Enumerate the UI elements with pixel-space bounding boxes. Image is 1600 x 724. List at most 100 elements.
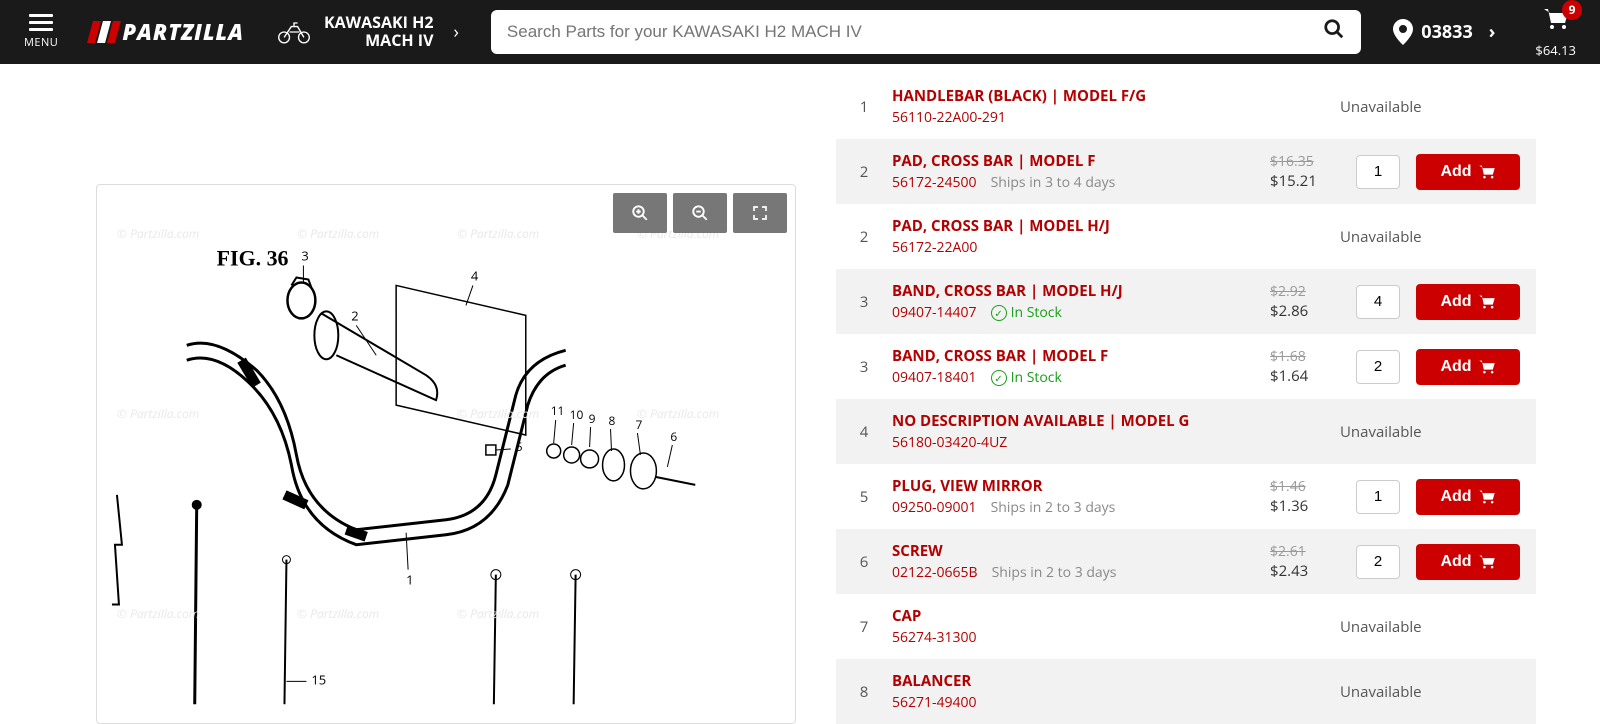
cart-total: $64.13 — [1535, 41, 1576, 59]
part-row: 7 CAP 56274-31300 Unavailable — [836, 594, 1536, 659]
search-input[interactable] — [507, 22, 1323, 42]
unavailable-text: Unavailable — [1340, 97, 1520, 117]
add-button[interactable]: Add — [1416, 479, 1520, 515]
stock-badge: In Stock — [991, 368, 1062, 387]
price: $16.35$15.21 — [1270, 152, 1340, 191]
price: $1.68$1.64 — [1270, 347, 1340, 386]
svg-text:11: 11 — [551, 402, 565, 419]
ref-number: 3 — [852, 292, 876, 312]
part-name-link[interactable]: PLUG, VIEW MIRROR — [892, 476, 1254, 496]
part-sku: 56274-31300 — [892, 628, 977, 647]
part-name-link[interactable]: BAND, CROSS BAR | MODEL F — [892, 346, 1254, 366]
part-info: SCREW 02122-0665B Ships in 2 to 3 days — [892, 541, 1254, 582]
part-info: NO DESCRIPTION AVAILABLE | MODEL G56180-… — [892, 411, 1324, 452]
svg-text:6: 6 — [670, 428, 677, 445]
part-name-link[interactable]: PAD, CROSS BAR | MODEL H/J — [892, 216, 1324, 236]
qty-input[interactable] — [1356, 155, 1400, 189]
fullscreen-button[interactable] — [733, 193, 787, 233]
stock-badge: In Stock — [991, 303, 1062, 322]
ref-number: 6 — [852, 552, 876, 572]
zoom-in-button[interactable] — [613, 193, 667, 233]
hamburger-icon — [29, 14, 53, 31]
ref-number: 2 — [852, 162, 876, 182]
part-name-link[interactable]: NO DESCRIPTION AVAILABLE | MODEL G — [892, 411, 1324, 431]
ship-text: Ships in 3 to 4 days — [991, 173, 1116, 192]
zoom-out-button[interactable] — [673, 193, 727, 233]
content: © Partzilla.com © Partzilla.com © Partzi… — [0, 64, 1600, 724]
part-name-link[interactable]: CAP — [892, 606, 1324, 626]
qty-input[interactable] — [1356, 545, 1400, 579]
svg-text:15: 15 — [311, 670, 326, 688]
unavailable-text: Unavailable — [1340, 227, 1520, 247]
location-selector[interactable]: 03833 › — [1385, 19, 1511, 45]
part-row: 3 BAND, CROSS BAR | MODEL H/J 09407-14407 I… — [836, 269, 1536, 334]
cart-button[interactable]: 9 $64.13 — [1523, 6, 1588, 59]
svg-text:10: 10 — [570, 406, 584, 423]
menu-button[interactable]: MENU — [12, 14, 70, 50]
header: MENU PARTZILLA KAWASAKI H2 MACH IV › 038… — [0, 0, 1600, 64]
part-row: 4 NO DESCRIPTION AVAILABLE | MODEL G56180… — [836, 399, 1536, 464]
svg-text:3: 3 — [301, 247, 308, 265]
chevron-right-icon: › — [1481, 20, 1504, 44]
part-info: BALANCER 56271-49400 — [892, 671, 1324, 712]
vehicle-name: KAWASAKI H2 MACH IV — [324, 14, 434, 49]
part-sku: 09407-14407 — [892, 303, 977, 322]
qty-input[interactable] — [1356, 285, 1400, 319]
cart-count-badge: 9 — [1562, 0, 1582, 20]
svg-text:1: 1 — [406, 571, 413, 589]
unavailable-text: Unavailable — [1340, 422, 1520, 442]
add-button[interactable]: Add — [1416, 154, 1520, 190]
part-info: BAND, CROSS BAR | MODEL H/J 09407-14407 In… — [892, 281, 1254, 322]
part-row: 5PLUG, VIEW MIRROR09250-09001Ships in 2 … — [836, 464, 1536, 529]
part-name-link[interactable]: BALANCER — [892, 671, 1324, 691]
unavailable-text: Unavailable — [1340, 682, 1520, 702]
ship-text: Ships in 2 to 3 days — [991, 498, 1116, 517]
part-info: PAD, CROSS BAR | MODEL H/J56172-22A00 — [892, 216, 1324, 257]
part-row: 2 PAD, CROSS BAR | MODEL H/J56172-22A00 Un… — [836, 204, 1536, 269]
part-name-link[interactable]: PAD, CROSS BAR | MODEL F — [892, 151, 1254, 171]
vehicle-selector[interactable]: KAWASAKI H2 MACH IV › — [276, 14, 467, 49]
part-sku: 56271-49400 — [892, 693, 977, 712]
part-row: 1 HANDLEBAR (BLACK) | MODEL F/G 56110-22A0… — [836, 74, 1536, 139]
search-icon[interactable] — [1323, 18, 1345, 46]
part-name-link[interactable]: HANDLEBAR (BLACK) | MODEL F/G — [892, 86, 1324, 106]
ref-number: 4 — [852, 422, 876, 442]
qty-input[interactable] — [1356, 480, 1400, 514]
part-info: HANDLEBAR (BLACK) | MODEL F/G 56110-22A00… — [892, 86, 1324, 127]
svg-text:7: 7 — [635, 416, 642, 433]
search-bar — [491, 10, 1361, 54]
part-sku: 56110-22A00-291 — [892, 108, 1006, 127]
ref-number: 8 — [852, 682, 876, 702]
part-row: 3 BAND, CROSS BAR | MODEL F 09407-18401 In … — [836, 334, 1536, 399]
svg-text:4: 4 — [471, 266, 479, 284]
part-sku: 09407-18401 — [892, 368, 977, 387]
diagram-panel: © Partzilla.com © Partzilla.com © Partzi… — [96, 184, 796, 724]
ref-number: 3 — [852, 357, 876, 377]
parts-diagram[interactable]: FIG. 36 2 3 4 11 10 — [97, 185, 795, 705]
ref-number: 2 — [852, 227, 876, 247]
pin-icon — [1393, 19, 1413, 45]
part-sku: 09250-09001 — [892, 498, 977, 517]
price: $2.61$2.43 — [1270, 542, 1340, 581]
part-sku: 56172-24500 — [892, 173, 977, 192]
part-info: BAND, CROSS BAR | MODEL F 09407-18401 In S… — [892, 346, 1254, 387]
part-row: 6 SCREW 02122-0665B Ships in 2 to 3 days $2.… — [836, 529, 1536, 594]
add-button[interactable]: Add — [1416, 284, 1520, 320]
ship-text: Ships in 2 to 3 days — [992, 563, 1117, 582]
parts-list: 1 HANDLEBAR (BLACK) | MODEL F/G 56110-22A0… — [836, 64, 1536, 724]
zipcode: 03833 — [1421, 20, 1472, 44]
part-row: 8 BALANCER 56271-49400 Unavailable — [836, 659, 1536, 724]
svg-text:9: 9 — [589, 410, 596, 427]
part-name-link[interactable]: BAND, CROSS BAR | MODEL H/J — [892, 281, 1254, 301]
logo[interactable]: PARTZILLA — [90, 17, 244, 47]
menu-label: MENU — [24, 35, 58, 50]
part-sku: 02122-0665B — [892, 563, 978, 582]
unavailable-text: Unavailable — [1340, 617, 1520, 637]
add-button[interactable]: Add — [1416, 544, 1520, 580]
qty-input[interactable] — [1356, 350, 1400, 384]
ref-number: 7 — [852, 617, 876, 637]
add-button[interactable]: Add — [1416, 349, 1520, 385]
part-name-link[interactable]: SCREW — [892, 541, 1254, 561]
ref-number: 1 — [852, 97, 876, 117]
motorcycle-icon — [276, 18, 312, 46]
